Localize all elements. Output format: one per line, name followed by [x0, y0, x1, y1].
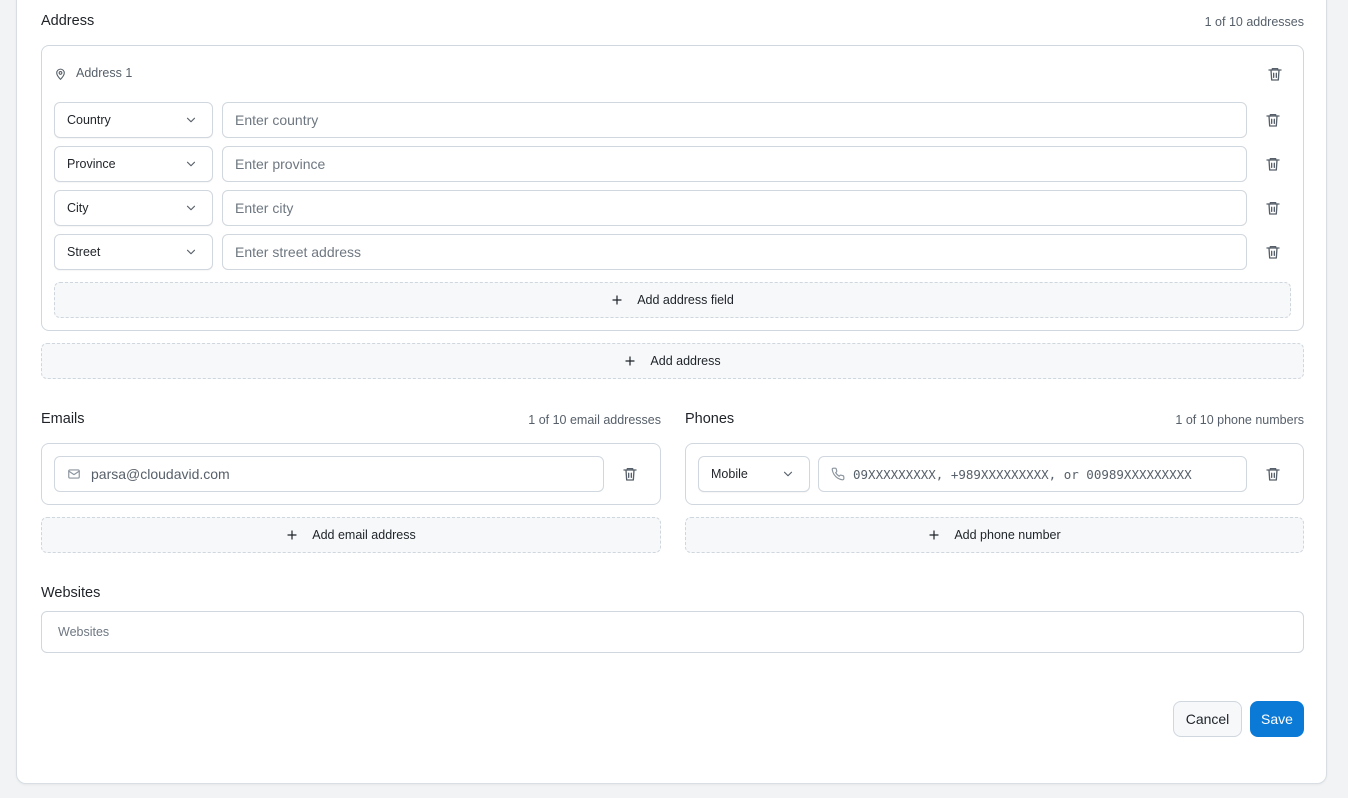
delete-city-field-icon[interactable]	[1265, 200, 1281, 216]
address-field-type-select-city[interactable]: City	[54, 190, 213, 226]
emails-count: 1 of 10 email addresses	[528, 413, 661, 427]
add-address-field-label: Add address field	[637, 293, 734, 307]
chevron-down-icon	[781, 467, 795, 481]
address-count: 1 of 10 addresses	[1204, 15, 1304, 29]
phone-icon	[831, 467, 845, 481]
address-section-title: Address	[41, 13, 95, 29]
delete-street-field-icon[interactable]	[1265, 244, 1281, 260]
city-input[interactable]: Enter city	[222, 190, 1247, 226]
add-phone-number-button[interactable]: Add phone number	[685, 517, 1304, 553]
add-address-button[interactable]: Add address	[41, 343, 1304, 379]
add-address-field-button[interactable]: Add address field	[54, 282, 1291, 318]
select-value: Country	[67, 113, 111, 127]
delete-phone-icon[interactable]	[1265, 466, 1281, 482]
select-value: Street	[67, 245, 101, 259]
delete-email-icon[interactable]	[622, 466, 638, 482]
map-pin-icon	[54, 67, 67, 81]
delete-address-icon[interactable]	[1267, 66, 1283, 82]
chevron-down-icon	[184, 201, 198, 215]
address-field-type-select-country[interactable]: Country	[54, 102, 213, 138]
add-phone-number-label: Add phone number	[954, 528, 1061, 542]
plus-icon	[286, 529, 298, 541]
address-field-type-select-province[interactable]: Province	[54, 146, 213, 182]
websites-input-placeholder: Websites	[58, 625, 110, 639]
province-input-placeholder: Enter province	[235, 156, 326, 172]
plus-icon	[928, 529, 940, 541]
save-button[interactable]: Save	[1250, 701, 1304, 737]
mail-icon	[67, 467, 81, 481]
chevron-down-icon	[184, 113, 198, 127]
delete-country-field-icon[interactable]	[1265, 112, 1281, 128]
add-email-address-label: Add email address	[312, 528, 416, 542]
country-input[interactable]: Enter country	[222, 102, 1247, 138]
email-input[interactable]: parsa@cloudavid.com	[54, 456, 604, 492]
phones-section-title: Phones	[685, 411, 735, 427]
select-value: Mobile	[711, 467, 748, 481]
websites-input[interactable]: Websites	[41, 611, 1304, 653]
phone-type-select[interactable]: Mobile	[698, 456, 810, 492]
email-input-value: parsa@cloudavid.com	[91, 466, 230, 482]
phone-input-placeholder: 09XXXXXXXXX, +989XXXXXXXXX, or 00989XXXX…	[853, 466, 1192, 482]
phone-input[interactable]: 09XXXXXXXXX, +989XXXXXXXXX, or 00989XXXX…	[818, 456, 1247, 492]
websites-section-title: Websites	[41, 585, 101, 601]
address-field-type-select-street[interactable]: Street	[54, 234, 213, 270]
add-address-label: Add address	[650, 354, 721, 368]
address-card-label: Address 1	[76, 66, 133, 80]
city-input-placeholder: Enter city	[235, 200, 294, 216]
add-email-address-button[interactable]: Add email address	[41, 517, 661, 553]
chevron-down-icon	[184, 157, 198, 171]
plus-icon	[611, 294, 623, 306]
country-input-placeholder: Enter country	[235, 112, 319, 128]
plus-icon	[624, 355, 636, 367]
cancel-button[interactable]: Cancel	[1173, 701, 1242, 737]
select-value: City	[67, 201, 89, 215]
select-value: Province	[67, 157, 116, 171]
province-input[interactable]: Enter province	[222, 146, 1247, 182]
emails-section-title: Emails	[41, 411, 85, 427]
chevron-down-icon	[184, 245, 198, 259]
phones-count: 1 of 10 phone numbers	[1175, 413, 1304, 427]
street-input[interactable]: Enter street address	[222, 234, 1247, 270]
delete-province-field-icon[interactable]	[1265, 156, 1281, 172]
street-input-placeholder: Enter street address	[235, 244, 362, 260]
